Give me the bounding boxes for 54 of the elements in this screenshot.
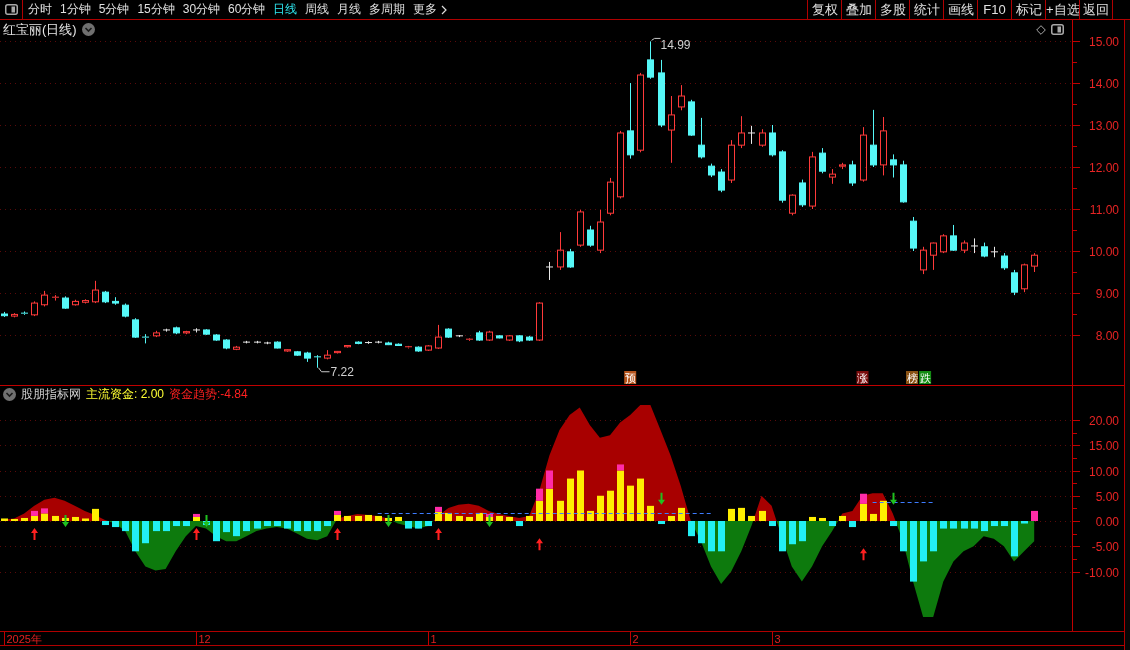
chevron-down-icon[interactable] [81, 23, 95, 36]
period-tab[interactable]: 15分钟 [137, 0, 175, 19]
signal-tag: 预 [624, 371, 637, 384]
period-tab[interactable]: 60分钟 [228, 0, 266, 19]
toolbar-button[interactable]: 统计 [909, 0, 943, 19]
axis-label: 10.00 [1088, 465, 1119, 479]
toolbar-button[interactable]: 返回 [1079, 0, 1113, 19]
axis-label: 10.00 [1088, 245, 1119, 259]
axis-label: 13.00 [1088, 119, 1119, 133]
axis-label: 14.00 [1088, 77, 1119, 91]
axis-label: 0.00 [1095, 515, 1119, 529]
axis-label: -10.00 [1084, 566, 1119, 580]
period-tab[interactable]: 周线 [305, 0, 330, 19]
toolbar-button[interactable]: +自选 [1045, 0, 1079, 19]
panel-toggle-icon[interactable] [1051, 24, 1064, 35]
axis-label: 12.00 [1088, 161, 1119, 175]
period-tab[interactable]: 分时 [28, 0, 52, 19]
axis-label: 9.00 [1095, 287, 1119, 301]
chevron-down-icon[interactable] [3, 388, 16, 401]
axis-label: -5.00 [1091, 540, 1119, 554]
diamond-icon[interactable] [1036, 24, 1046, 35]
signal-tag: 跌 [919, 371, 932, 384]
toolbar-button[interactable]: 复权 [807, 0, 841, 19]
time-axis-label: 2025年 [6, 633, 42, 645]
toolbar-button[interactable]: 叠加 [841, 0, 875, 19]
chart-title: 红宝丽(日线) [3, 20, 77, 39]
indicator-name: 股朋指标网 [21, 386, 81, 403]
period-tab[interactable]: 更多 [413, 0, 448, 19]
axis-label: 8.00 [1095, 329, 1119, 343]
time-axis-label: 1 [430, 633, 437, 645]
indicator-reading: 资金趋势:-4.84 [169, 386, 248, 403]
axis-label: 11.00 [1089, 203, 1119, 217]
axis-label: 20.00 [1088, 414, 1119, 428]
time-axis-label: 3 [774, 633, 781, 645]
axis-label: 5.00 [1095, 490, 1119, 504]
toolbar-button[interactable]: 画线 [943, 0, 977, 19]
period-tab[interactable]: 1分钟 [60, 0, 91, 19]
period-tab[interactable]: 5分钟 [98, 0, 130, 19]
chevron-right-icon [441, 4, 448, 15]
period-tab[interactable]: 多周期 [369, 0, 406, 19]
time-axis-label: 12 [198, 633, 211, 645]
period-tab[interactable]: 30分钟 [182, 0, 221, 19]
toolbar-button[interactable]: 标记 [1011, 0, 1045, 19]
signal-tag: 涨 [856, 371, 869, 384]
toolbar-button[interactable]: 多股 [875, 0, 909, 19]
signal-tag: 榜 [906, 371, 918, 384]
axis-label: 15.00 [1088, 439, 1119, 453]
period-tab[interactable]: 月线 [337, 0, 362, 19]
indicator-reading: 主流资金: 2.00 [86, 386, 165, 403]
time-axis-label: 2 [632, 633, 639, 645]
panel-toggle-icon [4, 4, 18, 15]
toolbar-button[interactable]: F10 [977, 0, 1011, 19]
axis-label: 15.00 [1088, 35, 1119, 49]
period-tab[interactable]: 日线 [273, 0, 298, 19]
